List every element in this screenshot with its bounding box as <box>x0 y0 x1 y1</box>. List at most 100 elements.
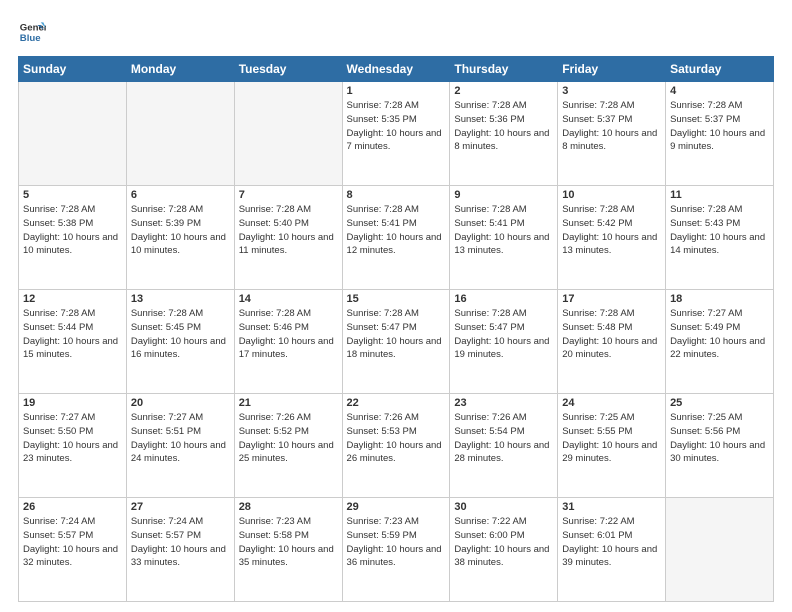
day-info: Sunrise: 7:28 AMSunset: 5:37 PMDaylight:… <box>670 99 769 154</box>
day-cell: 8 Sunrise: 7:28 AMSunset: 5:41 PMDaylight… <box>342 186 450 290</box>
day-cell: 16 Sunrise: 7:28 AMSunset: 5:47 PMDayligh… <box>450 290 558 394</box>
day-cell: 28Sunrise: 7:23 AMSunset: 5:58 PMDayligh… <box>234 498 342 602</box>
day-cell: 26 Sunrise: 7:24 AMSunset: 5:57 PMDayligh… <box>19 498 127 602</box>
day-number: 19 <box>23 397 122 409</box>
day-info: Sunrise: 7:28 AMSunset: 5:42 PMDaylight:… <box>562 203 661 258</box>
day-info: Sunrise: 7:28 AMSunset: 5:37 PMDaylight:… <box>562 99 661 154</box>
day-info: Sunrise: 7:26 AMSunset: 5:54 PMDaylight:… <box>454 411 553 466</box>
day-info: Sunrise: 7:28 AMSunset: 5:47 PMDaylight:… <box>347 307 446 362</box>
day-cell: 6 Sunrise: 7:28 AMSunset: 5:39 PMDaylight… <box>126 186 234 290</box>
day-cell: 1 Sunrise: 7:28 AMSunset: 5:35 PMDaylight… <box>342 82 450 186</box>
day-cell: 14 Sunrise: 7:28 AMSunset: 5:46 PMDayligh… <box>234 290 342 394</box>
day-info: Sunrise: 7:28 AMSunset: 5:44 PMDaylight:… <box>23 307 122 362</box>
day-cell: 4 Sunrise: 7:28 AMSunset: 5:37 PMDaylight… <box>666 82 774 186</box>
day-info: Sunrise: 7:28 AMSunset: 5:35 PMDaylight:… <box>347 99 446 154</box>
day-info: Sunrise: 7:28 AMSunset: 5:45 PMDaylight:… <box>131 307 230 362</box>
day-info: Sunrise: 7:22 AMSunset: 6:01 PMDaylight:… <box>562 515 661 570</box>
day-cell: 23 Sunrise: 7:26 AMSunset: 5:54 PMDayligh… <box>450 394 558 498</box>
day-number: 18 <box>670 293 769 305</box>
day-cell: 18 Sunrise: 7:27 AMSunset: 5:49 PMDayligh… <box>666 290 774 394</box>
day-cell: 20 Sunrise: 7:27 AMSunset: 5:51 PMDayligh… <box>126 394 234 498</box>
day-cell: 15 Sunrise: 7:28 AMSunset: 5:47 PMDayligh… <box>342 290 450 394</box>
day-info: Sunrise: 7:24 AMSunset: 5:57 PMDaylight:… <box>23 515 122 570</box>
day-cell: 7Sunrise: 7:28 AMSunset: 5:40 PMDaylight… <box>234 186 342 290</box>
day-cell <box>666 498 774 602</box>
day-cell: 13Sunrise: 7:28 AMSunset: 5:45 PMDayligh… <box>126 290 234 394</box>
day-info: Sunrise: 7:28 AMSunset: 5:46 PMDaylight:… <box>239 307 338 362</box>
page: General Blue SundayMondayTuesdayWednesda… <box>0 0 792 612</box>
day-info: Sunrise: 7:24 AMSunset: 5:57 PMDaylight:… <box>131 515 230 570</box>
day-info: Sunrise: 7:27 AMSunset: 5:51 PMDaylight:… <box>131 411 230 466</box>
day-info: Sunrise: 7:28 AMSunset: 5:39 PMDaylight:… <box>131 203 230 258</box>
day-number: 17 <box>562 293 661 305</box>
day-number: 14 <box>239 293 338 305</box>
day-cell: 30Sunrise: 7:22 AMSunset: 6:00 PMDayligh… <box>450 498 558 602</box>
week-row-3: 12 Sunrise: 7:28 AMSunset: 5:44 PMDayligh… <box>19 290 774 394</box>
day-info: Sunrise: 7:28 AMSunset: 5:43 PMDaylight:… <box>670 203 769 258</box>
weekday-header-friday: Friday <box>558 57 666 82</box>
day-number: 2 <box>454 85 553 97</box>
day-cell <box>234 82 342 186</box>
week-row-2: 5 Sunrise: 7:28 AMSunset: 5:38 PMDaylight… <box>19 186 774 290</box>
day-info: Sunrise: 7:23 AMSunset: 5:59 PMDaylight:… <box>347 515 446 570</box>
day-number: 29 <box>347 501 446 513</box>
weekday-header-wednesday: Wednesday <box>342 57 450 82</box>
day-info: Sunrise: 7:26 AMSunset: 5:52 PMDaylight:… <box>239 411 338 466</box>
day-number: 11 <box>670 189 769 201</box>
day-cell: 27 Sunrise: 7:24 AMSunset: 5:57 PMDayligh… <box>126 498 234 602</box>
header: General Blue <box>18 18 774 46</box>
day-info: Sunrise: 7:27 AMSunset: 5:50 PMDaylight:… <box>23 411 122 466</box>
day-number: 21 <box>239 397 338 409</box>
day-number: 31 <box>562 501 661 513</box>
logo: General Blue <box>18 18 50 46</box>
day-number: 4 <box>670 85 769 97</box>
day-info: Sunrise: 7:28 AMSunset: 5:38 PMDaylight:… <box>23 203 122 258</box>
day-number: 20 <box>131 397 230 409</box>
day-info: Sunrise: 7:28 AMSunset: 5:36 PMDaylight:… <box>454 99 553 154</box>
weekday-header-saturday: Saturday <box>666 57 774 82</box>
day-number: 27 <box>131 501 230 513</box>
calendar-table: SundayMondayTuesdayWednesdayThursdayFrid… <box>18 56 774 602</box>
day-cell: 2 Sunrise: 7:28 AMSunset: 5:36 PMDaylight… <box>450 82 558 186</box>
weekday-header-monday: Monday <box>126 57 234 82</box>
day-cell: 3 Sunrise: 7:28 AMSunset: 5:37 PMDaylight… <box>558 82 666 186</box>
day-number: 26 <box>23 501 122 513</box>
day-cell: 17Sunrise: 7:28 AMSunset: 5:48 PMDayligh… <box>558 290 666 394</box>
day-info: Sunrise: 7:27 AMSunset: 5:49 PMDaylight:… <box>670 307 769 362</box>
day-number: 28 <box>239 501 338 513</box>
day-number: 6 <box>131 189 230 201</box>
day-number: 15 <box>347 293 446 305</box>
day-cell <box>19 82 127 186</box>
day-cell: 22Sunrise: 7:26 AMSunset: 5:53 PMDayligh… <box>342 394 450 498</box>
day-number: 7 <box>239 189 338 201</box>
day-number: 5 <box>23 189 122 201</box>
weekday-header-sunday: Sunday <box>19 57 127 82</box>
logo-icon: General Blue <box>18 18 46 46</box>
week-row-5: 26 Sunrise: 7:24 AMSunset: 5:57 PMDayligh… <box>19 498 774 602</box>
weekday-header-row: SundayMondayTuesdayWednesdayThursdayFrid… <box>19 57 774 82</box>
day-number: 22 <box>347 397 446 409</box>
day-cell: 11 Sunrise: 7:28 AMSunset: 5:43 PMDayligh… <box>666 186 774 290</box>
weekday-header-tuesday: Tuesday <box>234 57 342 82</box>
day-cell: 9 Sunrise: 7:28 AMSunset: 5:41 PMDaylight… <box>450 186 558 290</box>
day-cell: 25 Sunrise: 7:25 AMSunset: 5:56 PMDayligh… <box>666 394 774 498</box>
day-cell: 29 Sunrise: 7:23 AMSunset: 5:59 PMDayligh… <box>342 498 450 602</box>
day-cell: 10 Sunrise: 7:28 AMSunset: 5:42 PMDayligh… <box>558 186 666 290</box>
day-number: 9 <box>454 189 553 201</box>
day-info: Sunrise: 7:28 AMSunset: 5:41 PMDaylight:… <box>347 203 446 258</box>
day-number: 16 <box>454 293 553 305</box>
day-info: Sunrise: 7:28 AMSunset: 5:41 PMDaylight:… <box>454 203 553 258</box>
day-info: Sunrise: 7:28 AMSunset: 5:47 PMDaylight:… <box>454 307 553 362</box>
day-cell: 12 Sunrise: 7:28 AMSunset: 5:44 PMDayligh… <box>19 290 127 394</box>
day-cell: 21 Sunrise: 7:26 AMSunset: 5:52 PMDayligh… <box>234 394 342 498</box>
day-info: Sunrise: 7:25 AMSunset: 5:56 PMDaylight:… <box>670 411 769 466</box>
day-number: 12 <box>23 293 122 305</box>
day-number: 8 <box>347 189 446 201</box>
day-number: 1 <box>347 85 446 97</box>
day-number: 3 <box>562 85 661 97</box>
day-number: 10 <box>562 189 661 201</box>
day-number: 23 <box>454 397 553 409</box>
day-cell: 19 Sunrise: 7:27 AMSunset: 5:50 PMDayligh… <box>19 394 127 498</box>
week-row-1: 1 Sunrise: 7:28 AMSunset: 5:35 PMDaylight… <box>19 82 774 186</box>
day-number: 25 <box>670 397 769 409</box>
